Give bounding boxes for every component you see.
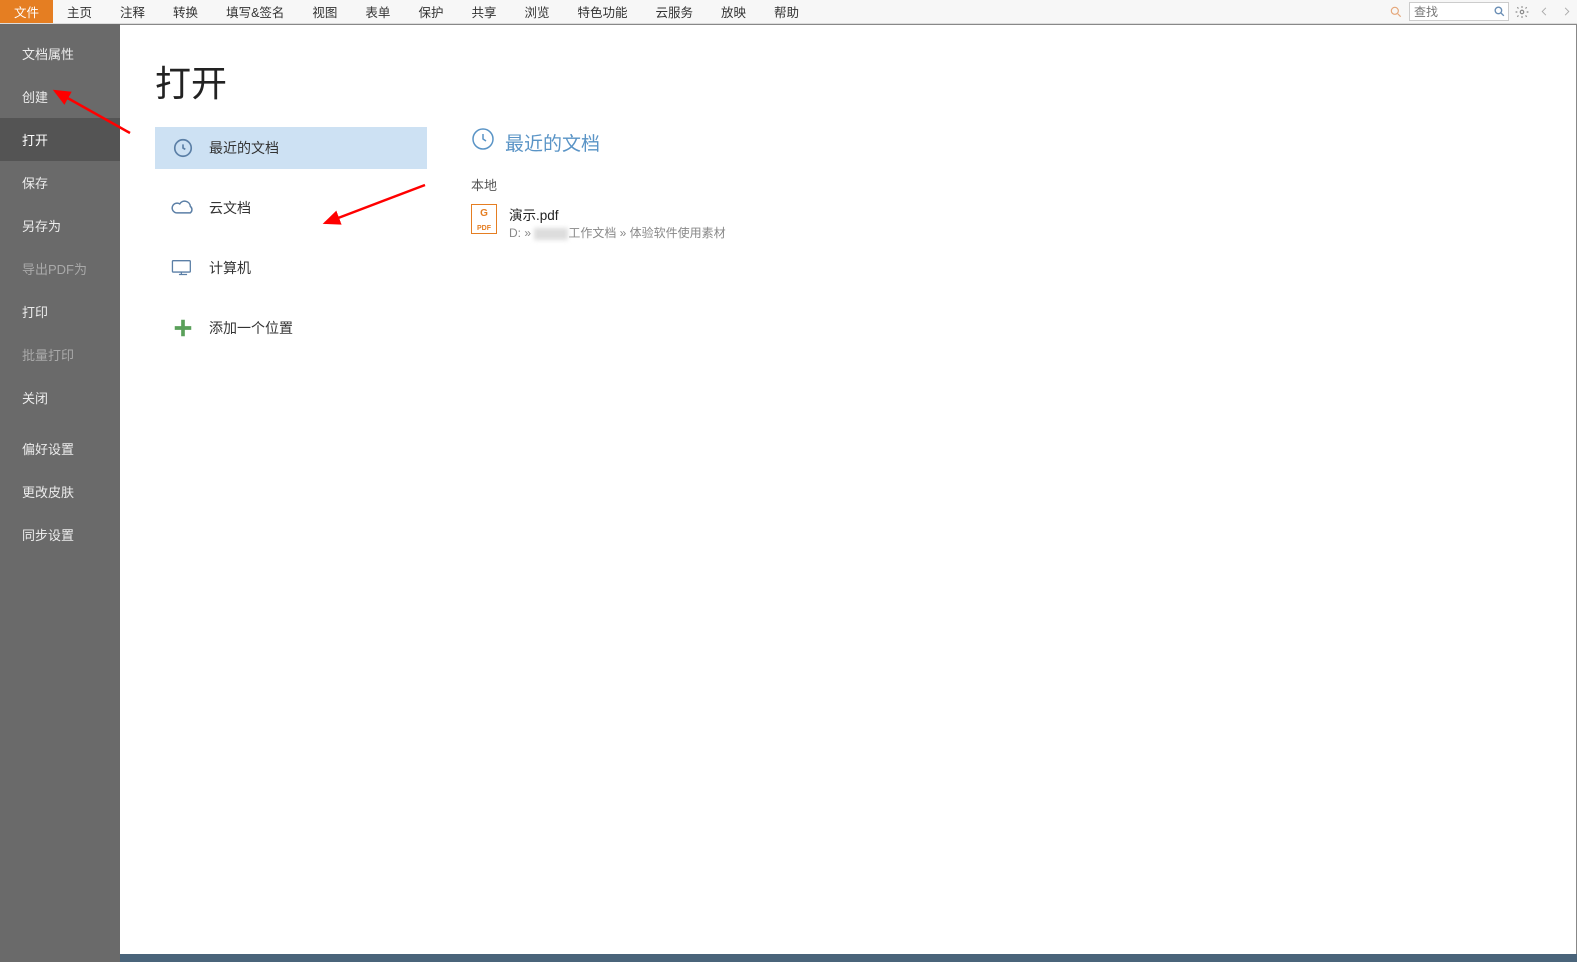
location-label: 计算机 [209,258,251,278]
recent-header: 最近的文档 [471,127,1576,157]
ribbon-tab-2[interactable]: 注释 [106,0,159,23]
recent-panel: 最近的文档 本地 PDF 演示.pdfD: » 工作文档 » 体验软件使用素材 [427,127,1576,349]
recent-file-row[interactable]: PDF 演示.pdfD: » 工作文档 » 体验软件使用素材 [471,200,1576,245]
pdf-file-icon: PDF [471,204,497,234]
ribbon-bar: 文件主页注释转换填写&签名视图表单保护共享浏览特色功能云服务放映帮助 [0,0,1577,24]
ribbon-tab-6[interactable]: 表单 [351,0,404,23]
locations-list: 最近的文档云文档计算机添加一个位置 [155,127,427,349]
ribbon-right-controls [1387,0,1577,23]
taskbar-left-stub [0,954,120,962]
nav-prev-icon[interactable] [1535,3,1553,21]
redacted-segment [534,228,568,240]
search-input[interactable] [1410,5,1490,19]
file-info: 演示.pdfD: » 工作文档 » 体验软件使用素材 [509,204,726,241]
clock-icon [471,127,495,157]
location-label: 添加一个位置 [209,318,293,338]
file-path: D: » 工作文档 » 体验软件使用素材 [509,224,726,241]
location-label: 云文档 [209,198,251,218]
sidebar-item-5[interactable]: 导出PDF为 [0,247,120,290]
file-menu-sidebar: 文档属性创建打开保存另存为导出PDF为打印批量打印关闭偏好设置更改皮肤同步设置 [0,24,120,962]
sidebar-item-4[interactable]: 另存为 [0,204,120,247]
ribbon-tab-8[interactable]: 共享 [457,0,510,23]
sidebar-item-3[interactable]: 保存 [0,161,120,204]
ribbon-tab-1[interactable]: 主页 [53,0,106,23]
location-item-clock[interactable]: 最近的文档 [155,127,427,169]
computer-icon [169,257,197,279]
find-highlight-icon[interactable] [1387,3,1405,21]
search-box[interactable] [1409,2,1509,21]
sidebar-item-7[interactable]: 批量打印 [0,333,120,376]
ribbon-tab-13[interactable]: 帮助 [760,0,813,23]
sidebar-item-8[interactable]: 关闭 [0,376,120,419]
sidebar-item-6[interactable]: 打印 [0,290,120,333]
ribbon-tab-7[interactable]: 保护 [404,0,457,23]
ribbon-tab-9[interactable]: 浏览 [510,0,563,23]
taskbar-stub [120,954,1577,962]
gear-icon[interactable] [1513,3,1531,21]
ribbon-tab-0[interactable]: 文件 [0,0,53,23]
ribbon-tab-4[interactable]: 填写&签名 [212,0,298,23]
ribbon-tab-3[interactable]: 转换 [159,0,212,23]
cloud-icon [169,197,197,219]
ribbon-tab-12[interactable]: 放映 [707,0,760,23]
ribbon-spacer [813,0,1387,23]
sidebar-item-1[interactable]: 创建 [0,75,120,118]
sidebar-item-2[interactable]: 打开 [0,118,120,161]
nav-next-icon[interactable] [1557,3,1575,21]
file-name: 演示.pdf [509,204,726,224]
recent-header-label: 最近的文档 [505,129,600,156]
open-columns: 最近的文档云文档计算机添加一个位置 最近的文档 本地 PDF 演示.pdfD: »… [155,127,1576,349]
main-area: 文档属性创建打开保存另存为导出PDF为打印批量打印关闭偏好设置更改皮肤同步设置 … [0,24,1577,962]
sidebar-item-11[interactable]: 同步设置 [0,513,120,556]
page-title: 打开 [155,55,1576,107]
sidebar-gap [0,419,120,427]
local-section-label: 本地 [471,175,1576,194]
ribbon-tab-10[interactable]: 特色功能 [563,0,641,23]
search-icon[interactable] [1490,3,1508,21]
content-panel: 打开 最近的文档云文档计算机添加一个位置 最近的文档 本地 PDF 演示.pdfD… [120,24,1577,962]
clock-icon [169,137,197,159]
sidebar-item-9[interactable]: 偏好设置 [0,427,120,470]
sidebar-item-0[interactable]: 文档属性 [0,32,120,75]
location-item-cloud[interactable]: 云文档 [155,187,427,229]
plus-icon [169,317,197,339]
sidebar-item-10[interactable]: 更改皮肤 [0,470,120,513]
ribbon-tab-11[interactable]: 云服务 [642,0,708,23]
ribbon-tab-5[interactable]: 视图 [298,0,351,23]
location-label: 最近的文档 [209,138,279,158]
location-item-computer[interactable]: 计算机 [155,247,427,289]
location-item-plus[interactable]: 添加一个位置 [155,307,427,349]
